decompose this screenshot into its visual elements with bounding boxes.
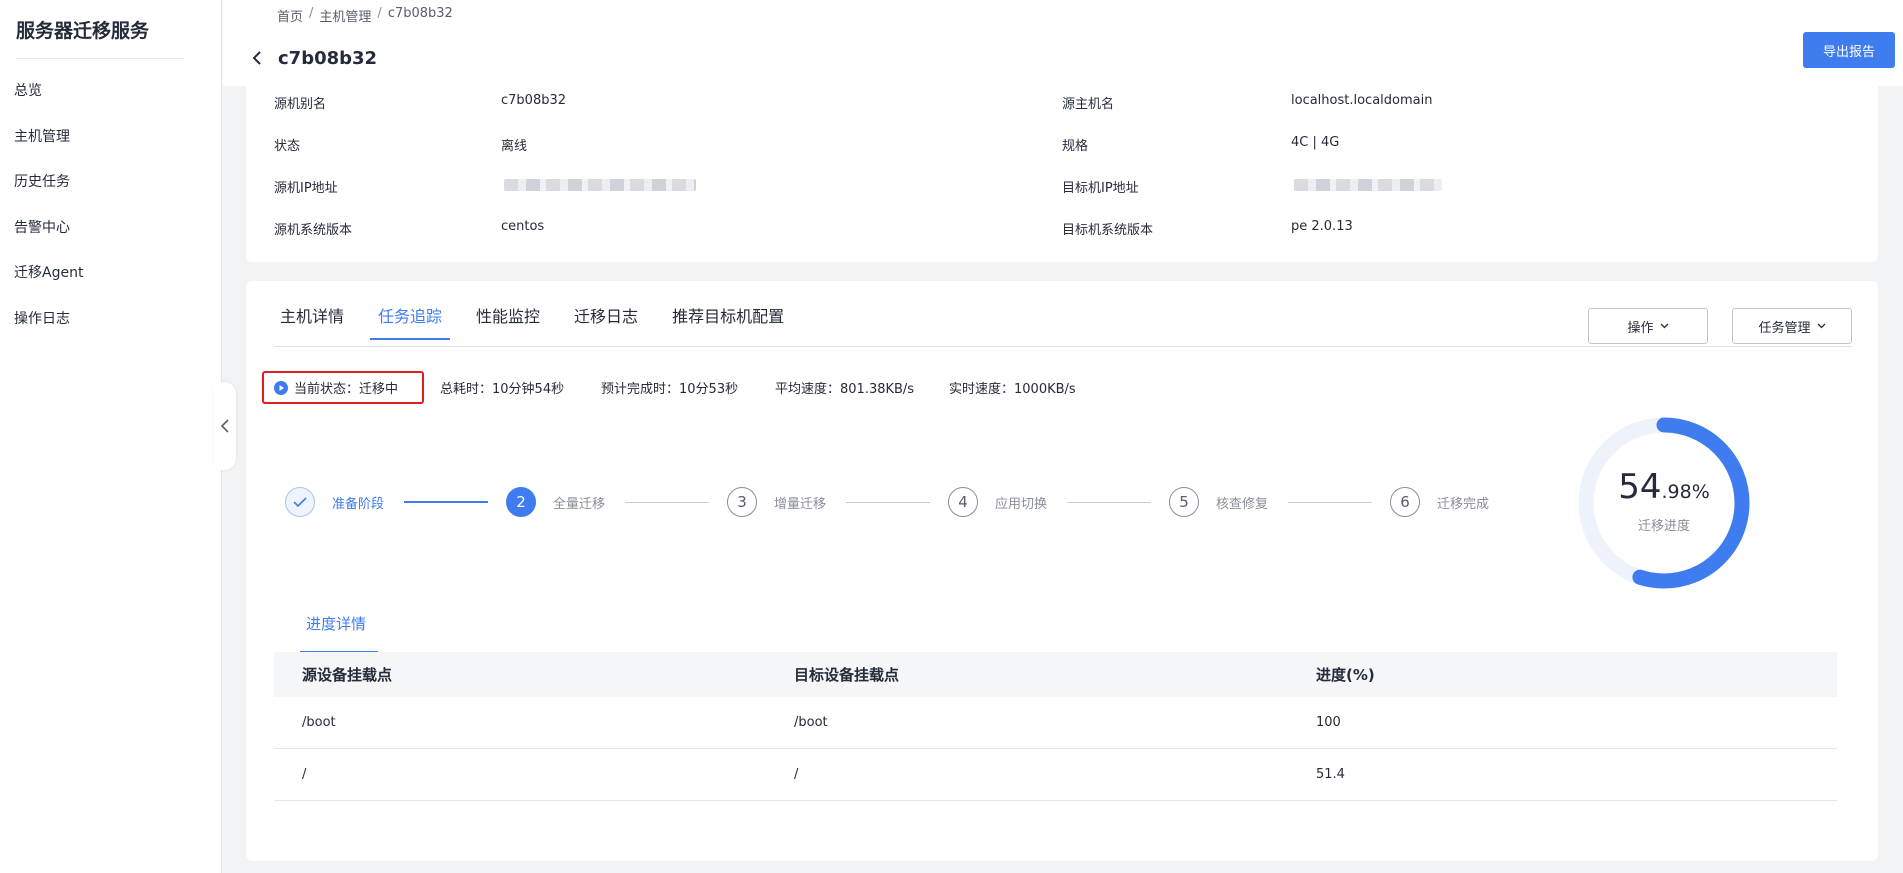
tab-bar: 主机详情 任务追踪 性能监控 迁移日志 推荐目标机配置 — [280, 303, 784, 340]
current-status-text: 当前状态：迁移中 — [294, 382, 399, 397]
current-status-badge: 当前状态：迁移中 — [262, 371, 424, 404]
table-row: /boot /boot 100 — [274, 697, 1837, 749]
cell-source-mount: / — [302, 767, 307, 782]
cell-target-mount: /boot — [794, 715, 828, 730]
host-info-card: 源机别名 c7b08b32 状态 离线 源机IP地址 源机系统版本 centos… — [246, 86, 1878, 262]
chevron-left-icon[interactable] — [249, 50, 265, 66]
tab-task-tracking[interactable]: 任务追踪 — [370, 303, 451, 340]
breadcrumb-separator: / — [377, 6, 382, 21]
breadcrumb-home[interactable]: 首页 — [277, 6, 303, 25]
step-4-circle: 4 — [948, 487, 978, 517]
app-title: 服务器迁移服务 — [16, 20, 150, 42]
step-5-label: 核查修复 — [1216, 497, 1269, 512]
sidebar-item-operation-log[interactable]: 操作日志 — [14, 308, 70, 328]
breadcrumb-current: c7b08b32 — [387, 6, 453, 21]
chevron-down-icon — [1660, 323, 1668, 329]
step-3-circle: 3 — [727, 487, 757, 517]
step-connector — [846, 502, 930, 503]
info-label-target-os: 目标机系统版本 — [1062, 223, 1154, 238]
info-value-source-hostname: localhost.localdomain — [1291, 93, 1433, 108]
progress-integer: 54 — [1618, 467, 1662, 507]
tabs-divider — [274, 346, 1852, 347]
info-label-source-alias: 源机别名 — [274, 97, 327, 112]
progress-value: 54.98% — [1576, 467, 1752, 507]
step-connector — [404, 501, 488, 503]
sidebar-item-overview[interactable]: 总览 — [14, 80, 42, 100]
sidebar: 服务器迁移服务 总览 主机管理 历史任务 告警中心 迁移Agent 操作日志 — [0, 0, 222, 873]
task-manage-dropdown-button[interactable]: 任务管理 — [1732, 308, 1852, 344]
cell-source-mount: /boot — [302, 715, 336, 730]
info-label-source-ip: 源机IP地址 — [274, 181, 338, 196]
tab-performance-monitor[interactable]: 性能监控 — [476, 303, 540, 340]
sidebar-divider — [16, 58, 184, 59]
breadcrumb-host-management[interactable]: 主机管理 — [319, 6, 371, 25]
export-report-button[interactable]: 导出报告 — [1803, 32, 1895, 68]
step-connector — [625, 502, 709, 503]
info-value-source-os: centos — [501, 219, 545, 234]
table-header: 源设备挂载点 目标设备挂载点 进度(%) — [274, 652, 1837, 697]
total-time-stat: 总耗时：10分钟54秒 — [440, 382, 565, 397]
column-header-target-mount: 目标设备挂载点 — [794, 666, 900, 684]
target-ip-redacted — [1294, 179, 1442, 191]
step-4-label: 应用切换 — [995, 497, 1048, 512]
check-icon — [293, 497, 307, 507]
breadcrumb: 首页 / 主机管理 / c7b08b32 — [277, 6, 453, 25]
step-6-label: 迁移完成 — [1437, 497, 1490, 512]
step-connector — [1067, 502, 1151, 503]
chevron-left-icon — [220, 419, 229, 433]
step-3-label: 增量迁移 — [774, 497, 827, 512]
info-label-status: 状态 — [274, 139, 301, 154]
migration-progress-ring: 54.98% 迁移进度 — [1576, 415, 1752, 591]
progress-details-table: 源设备挂载点 目标设备挂载点 进度(%) /boot /boot 100 / /… — [274, 652, 1837, 801]
page-title: c7b08b32 — [278, 48, 378, 69]
info-label-source-hostname: 源主机名 — [1062, 97, 1115, 112]
tab-host-details[interactable]: 主机详情 — [280, 303, 344, 340]
step-6-circle: 6 — [1390, 487, 1420, 517]
step-2-circle: 2 — [506, 487, 536, 517]
progress-label: 迁移进度 — [1637, 519, 1690, 534]
page-header: 首页 / 主机管理 / c7b08b32 c7b08b32 导出报告 — [223, 0, 1903, 86]
table-row: / / 51.4 — [274, 749, 1837, 801]
tab-recommended-target-config[interactable]: 推荐目标机配置 — [672, 303, 784, 340]
operate-dropdown-button[interactable]: 操作 — [1588, 308, 1708, 344]
chevron-down-icon — [1817, 323, 1825, 329]
info-value-source-alias: c7b08b32 — [501, 93, 567, 108]
play-circle-icon — [274, 380, 288, 395]
step-1-label: 准备阶段 — [332, 497, 385, 512]
source-ip-redacted — [504, 179, 696, 191]
column-header-progress: 进度(%) — [1316, 666, 1375, 684]
tab-progress-details[interactable]: 进度详情 — [306, 613, 366, 634]
eta-stat: 预计完成时：10分53秒 — [601, 382, 739, 397]
progress-decimal: .98% — [1661, 481, 1710, 503]
sidebar-item-alarm-center[interactable]: 告警中心 — [14, 217, 70, 237]
step-2-label: 全量迁移 — [553, 497, 606, 512]
info-value-status: 离线 — [501, 139, 528, 154]
info-label-target-ip: 目标机IP地址 — [1062, 181, 1139, 196]
info-value-spec: 4C | 4G — [1291, 135, 1340, 150]
cell-progress: 51.4 — [1316, 767, 1345, 782]
step-1-circle — [285, 487, 315, 517]
step-connector — [1288, 502, 1372, 503]
info-label-source-os: 源机系统版本 — [274, 223, 353, 238]
avg-speed-stat: 平均速度：801.38KB/s — [775, 382, 915, 397]
info-label-spec: 规格 — [1062, 139, 1089, 154]
sidebar-item-migration-agent[interactable]: 迁移Agent — [14, 262, 83, 282]
step-5-circle: 5 — [1169, 487, 1199, 517]
realtime-speed-stat: 实时速度：1000KB/s — [949, 382, 1076, 397]
column-header-source-mount: 源设备挂载点 — [302, 666, 393, 684]
sidebar-item-history-tasks[interactable]: 历史任务 — [14, 171, 70, 191]
operate-label: 操作 — [1627, 320, 1654, 336]
task-manage-label: 任务管理 — [1758, 320, 1811, 336]
tab-migration-log[interactable]: 迁移日志 — [574, 303, 638, 340]
sidebar-collapse-button[interactable] — [214, 382, 236, 470]
cell-progress: 100 — [1316, 715, 1341, 730]
cell-target-mount: / — [794, 767, 799, 782]
info-value-target-os: pe 2.0.13 — [1291, 219, 1353, 234]
breadcrumb-separator: / — [309, 6, 314, 21]
sidebar-item-host-management[interactable]: 主机管理 — [14, 126, 70, 146]
